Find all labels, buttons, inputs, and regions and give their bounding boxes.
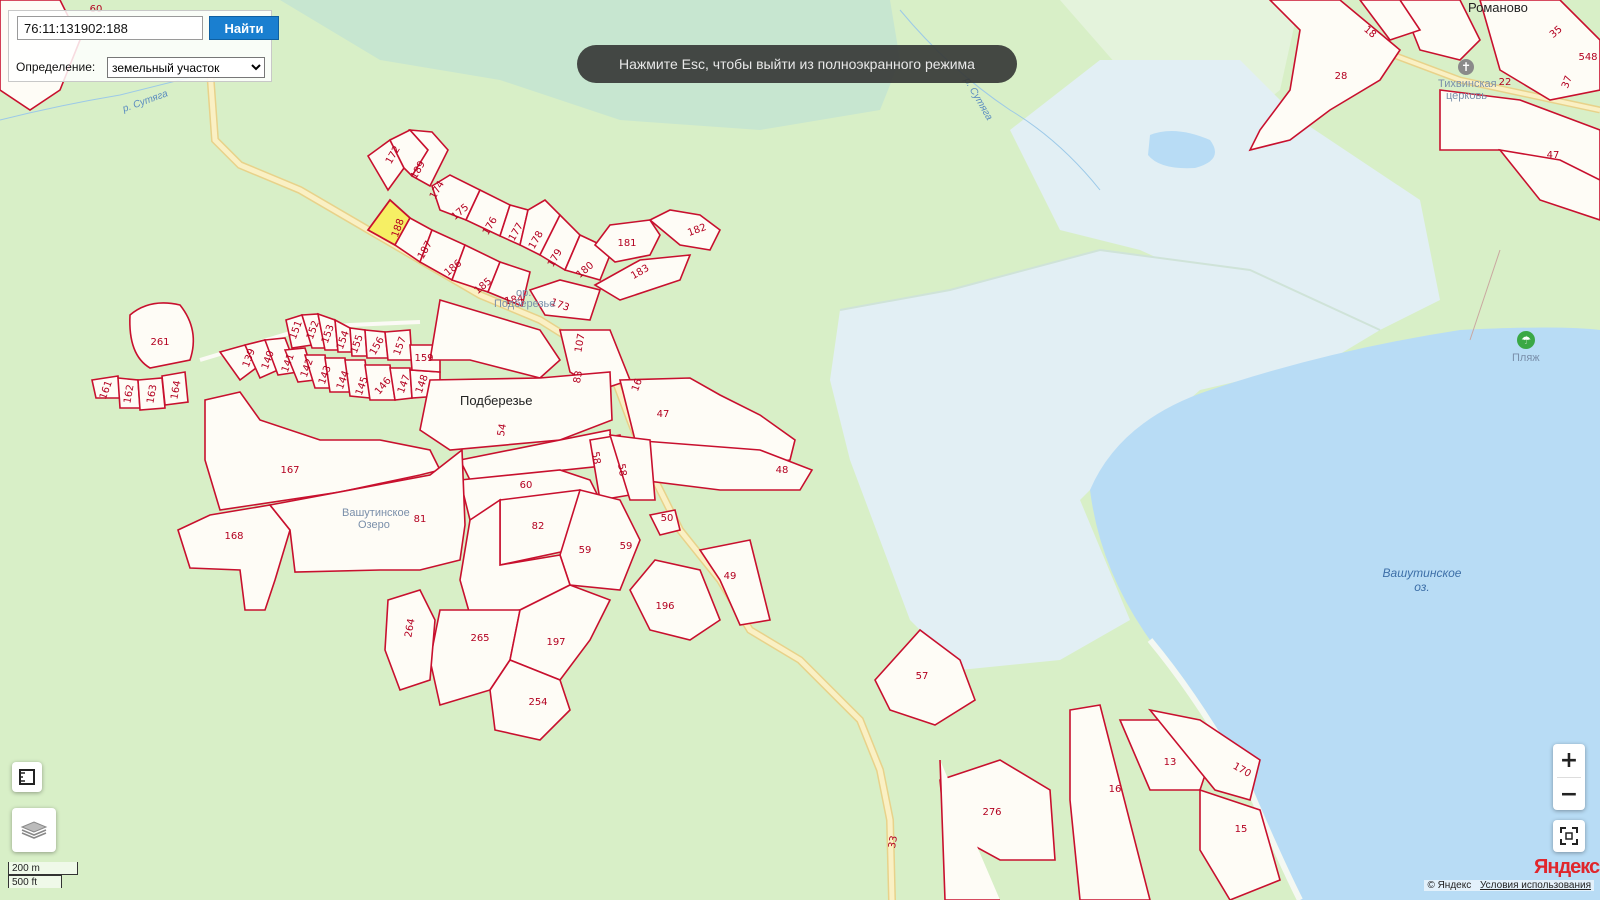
definition-select[interactable]: земельный участок <box>107 57 265 78</box>
svg-text:49: 49 <box>724 571 737 582</box>
romanovo-label: Романово <box>1468 0 1528 15</box>
layers-icon <box>20 821 48 839</box>
svg-text:265: 265 <box>470 633 489 644</box>
cadastral-number-input[interactable] <box>17 16 203 40</box>
village-label-gray: Подберезье <box>494 298 555 310</box>
svg-text:196: 196 <box>655 601 674 612</box>
find-button[interactable]: Найти <box>209 16 279 40</box>
svg-text:83: 83 <box>572 370 585 384</box>
terms-link[interactable]: Условия использования <box>1480 880 1591 891</box>
scale-bar: 200 m 500 ft <box>8 862 78 888</box>
svg-text:22: 22 <box>1499 77 1512 88</box>
ruler-icon <box>19 769 35 785</box>
lake-label-2: оз. <box>1414 580 1429 594</box>
copyright-bar: © Яндекс Условия использования <box>1424 880 1594 891</box>
layers-button[interactable] <box>12 808 56 852</box>
svg-text:50: 50 <box>661 513 674 524</box>
fullscreen-button[interactable] <box>1553 820 1585 852</box>
svg-text:60: 60 <box>520 480 533 491</box>
zoom-in-button[interactable]: + <box>1553 744 1585 777</box>
svg-text:548: 548 <box>1578 52 1597 63</box>
svg-text:47: 47 <box>1547 150 1560 161</box>
svg-text:16: 16 <box>1109 784 1122 795</box>
church-label-1: Тихвинская <box>1438 78 1497 90</box>
svg-text:81: 81 <box>414 514 427 525</box>
svg-text:47: 47 <box>657 409 670 420</box>
definition-label: Определение: <box>16 60 96 74</box>
svg-text:33: 33 <box>887 835 900 849</box>
fullscreen-toast: Нажмите Esc, чтобы выйти из полноэкранно… <box>577 45 1017 83</box>
svg-text:59: 59 <box>620 541 633 552</box>
scale-metric: 200 m <box>8 862 78 875</box>
beach-glyph: ☂ <box>1521 334 1531 347</box>
svg-text:167: 167 <box>280 465 299 476</box>
svg-text:168: 168 <box>224 531 243 542</box>
small-lake-label-1: Вашутинское <box>342 507 410 519</box>
cadastral-map[interactable]: 188 172 189 174 175 176 177 178 179 180 … <box>0 0 1600 900</box>
fullscreen-icon <box>1560 827 1578 845</box>
small-lake-label-2: Озеро <box>358 519 390 531</box>
copyright-text: © Яндекс <box>1427 880 1472 891</box>
svg-text:58: 58 <box>589 451 602 465</box>
svg-text:254: 254 <box>528 697 547 708</box>
svg-text:82: 82 <box>532 521 545 532</box>
svg-text:58: 58 <box>615 463 628 477</box>
svg-text:48: 48 <box>776 465 789 476</box>
cadastral-search-panel: Найти Определение: земельный участок <box>8 10 279 82</box>
village-prefix: ор. <box>516 287 531 299</box>
svg-text:276: 276 <box>982 807 1001 818</box>
beach-label: Пляж <box>1512 352 1540 364</box>
svg-text:28: 28 <box>1335 71 1348 82</box>
yandex-logo[interactable]: Яндекс <box>1534 856 1600 879</box>
church-cross: ✝ <box>1461 60 1471 74</box>
svg-text:181: 181 <box>617 238 636 249</box>
svg-text:159: 159 <box>414 353 433 364</box>
zoom-control: + − <box>1553 744 1585 810</box>
church-label-2: церковь <box>1446 90 1487 102</box>
svg-text:57: 57 <box>916 671 929 682</box>
svg-text:54: 54 <box>496 423 509 437</box>
svg-text:15: 15 <box>1235 824 1248 835</box>
svg-text:261: 261 <box>150 337 169 348</box>
svg-text:13: 13 <box>1164 757 1177 768</box>
svg-text:197: 197 <box>546 637 565 648</box>
lake-label-1: Вашутинское <box>1383 566 1462 580</box>
village-label: Подберезье <box>460 393 533 408</box>
svg-text:59: 59 <box>579 545 592 556</box>
scale-imperial: 500 ft <box>8 875 62 888</box>
zoom-out-button[interactable]: − <box>1553 778 1585 811</box>
ruler-button[interactable] <box>12 762 42 792</box>
